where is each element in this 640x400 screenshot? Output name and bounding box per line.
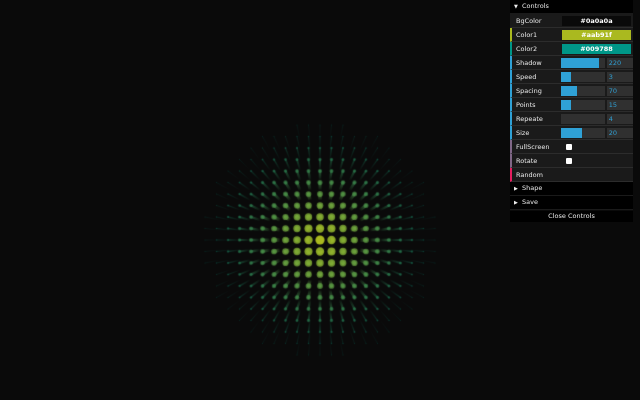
color2-label: Color2 (516, 44, 538, 53)
controls-title-label: Controls (522, 2, 549, 10)
color2-control: Color2 #009788 (510, 42, 633, 56)
points-label: Points (516, 100, 536, 109)
color2-input[interactable]: #009788 (562, 43, 631, 54)
repeate-label: Repeate (516, 114, 543, 123)
color1-label: Color1 (516, 30, 538, 39)
shape-title-label: Shape (522, 184, 543, 192)
save-folder-title[interactable]: ▶ Save (510, 196, 633, 210)
color1-control: Color1 #aab91f (510, 28, 633, 42)
controls-panel: ▼ Controls BgColor #0a0a0a Color1 #aab91f… (510, 0, 633, 222)
shape-folder-title[interactable]: ▶ Shape (510, 182, 633, 196)
shadow-control: Shadow 220 (510, 56, 633, 70)
bgcolor-input[interactable]: #0a0a0a (562, 15, 631, 26)
fullscreen-label: FullScreen (516, 142, 550, 151)
spacing-label: Spacing (516, 86, 542, 95)
rotate-control: Rotate (510, 154, 633, 168)
speed-control: Speed 3 (510, 70, 633, 84)
speed-slider-fill (560, 71, 571, 82)
size-input[interactable]: 20 (606, 127, 633, 138)
points-control: Points 15 (510, 98, 633, 112)
rotate-label: Rotate (516, 156, 538, 165)
fullscreen-checkbox[interactable] (566, 143, 572, 150)
triangle-right-icon: ▶ (514, 186, 518, 192)
random-button[interactable]: Random (510, 168, 633, 182)
rotate-checkbox[interactable] (566, 157, 572, 164)
color1-input[interactable]: #aab91f (562, 29, 631, 40)
close-controls-button[interactable]: Close Controls (510, 211, 633, 222)
spacing-slider[interactable] (560, 85, 605, 96)
spacing-control: Spacing 70 (510, 84, 633, 98)
bgcolor-control: BgColor #0a0a0a (510, 14, 633, 28)
size-slider[interactable] (560, 127, 605, 138)
size-slider-fill (560, 127, 582, 138)
controls-folder-title[interactable]: ▼ Controls (510, 0, 633, 14)
points-slider-fill (560, 99, 571, 110)
repeate-input[interactable]: 4 (606, 113, 633, 124)
triangle-right-icon: ▶ (514, 200, 518, 206)
shadow-slider[interactable] (560, 57, 605, 68)
repeate-control: Repeate 4 (510, 112, 633, 126)
spacing-input[interactable]: 70 (606, 85, 633, 96)
spacing-slider-fill (560, 85, 577, 96)
size-control: Size 20 (510, 126, 633, 140)
repeate-slider[interactable] (560, 113, 605, 124)
points-input[interactable]: 15 (606, 99, 633, 110)
triangle-down-icon: ▼ (514, 4, 518, 10)
speed-input[interactable]: 3 (606, 71, 633, 82)
bgcolor-label: BgColor (516, 16, 542, 25)
save-title-label: Save (522, 198, 538, 206)
random-label: Random (516, 170, 543, 179)
shadow-input[interactable]: 220 (606, 57, 633, 68)
shadow-slider-fill (560, 57, 600, 68)
size-label: Size (516, 128, 530, 137)
fullscreen-control: FullScreen (510, 140, 633, 154)
shadow-label: Shadow (516, 58, 542, 67)
speed-slider[interactable] (560, 71, 605, 82)
speed-label: Speed (516, 72, 537, 81)
points-slider[interactable] (560, 99, 605, 110)
